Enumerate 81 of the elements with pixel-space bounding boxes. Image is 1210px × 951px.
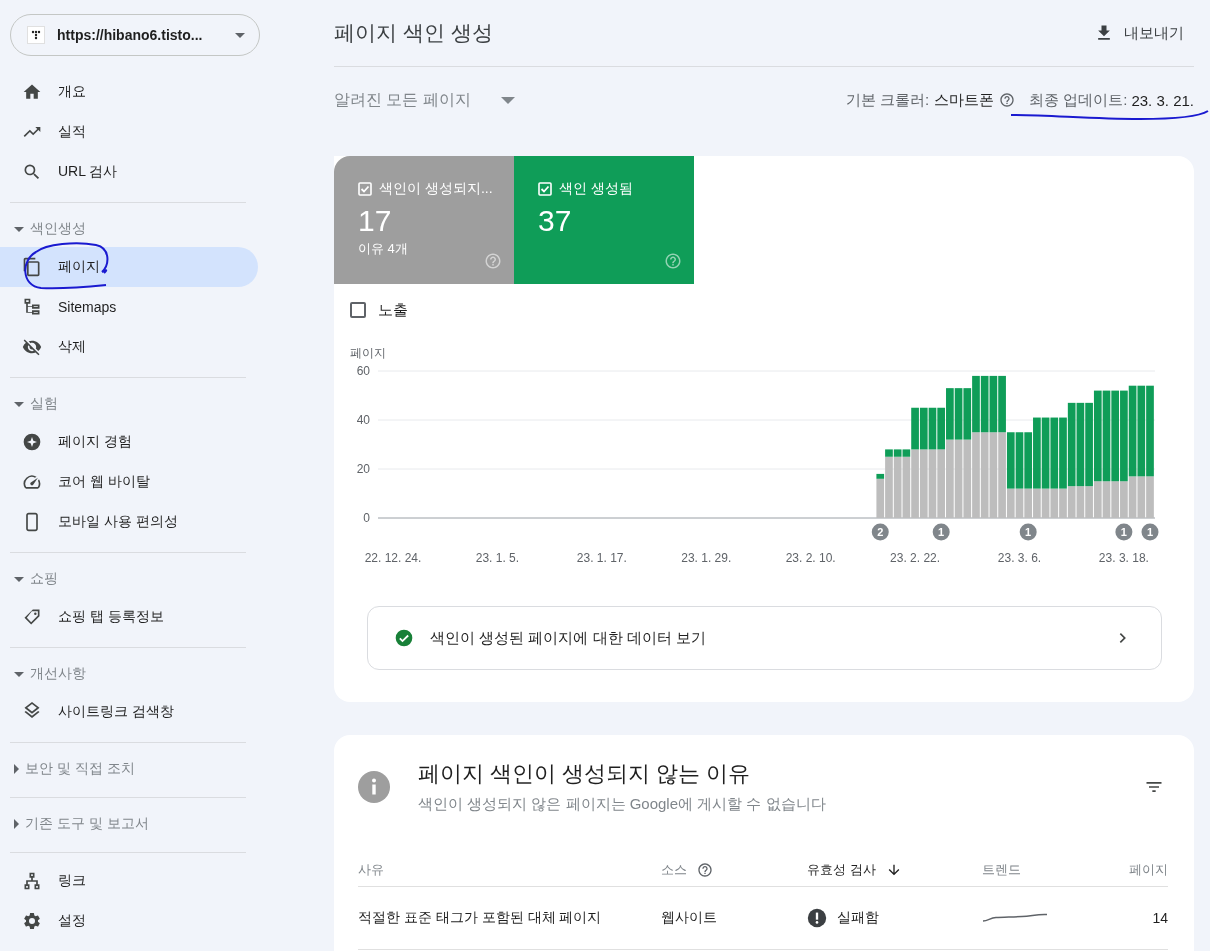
update-label: 최종 업데이트: <box>1029 90 1128 110</box>
table-cell-text: 14 <box>1151 910 1168 926</box>
section-toggle[interactable]: 기존 도구 및 보고서 <box>0 806 270 842</box>
axis-label: 23. 3. 6. <box>997 551 1042 565</box>
page-filter-dropdown[interactable]: 알려진 모든 페이지 <box>334 89 515 111</box>
settings-icon <box>22 911 42 931</box>
axis-label: 0 <box>363 511 370 525</box>
checkbox[interactable] <box>350 302 366 318</box>
tile-label: 색인이 생성되지... <box>379 180 493 198</box>
axis-label: 23. 1. 17. <box>576 551 627 565</box>
tile-count: 17 <box>358 204 393 238</box>
axis-label: 60 <box>356 364 370 378</box>
axis-label: 22. 12. 24. <box>364 551 422 565</box>
nav-item[interactable]: 개요 <box>0 72 258 112</box>
help-icon[interactable] <box>999 92 1016 108</box>
info-icon <box>358 770 390 803</box>
section-title: 페이지 색인이 생성되지 않는 이유 <box>418 760 752 788</box>
gauge-icon <box>22 472 42 492</box>
nav-item[interactable]: 사이트링크 검색창 <box>0 692 258 732</box>
indexed-data-link[interactable]: 색인이 생성된 페이지에 대한 데이터 보기 <box>367 606 1162 670</box>
axis-label: 23. 3. 18. <box>1098 551 1149 565</box>
export-button[interactable]: 내보내기 <box>1084 17 1194 49</box>
section-toggle[interactable]: 실험 <box>0 386 270 422</box>
home-icon <box>22 82 42 102</box>
crawler-label: 기본 크롤러: <box>845 90 930 110</box>
nav-item[interactable]: 설정 <box>0 901 258 941</box>
section-toggle[interactable]: 보안 및 직접 조치 <box>0 751 270 787</box>
section-subtitle: 색인이 생성되지 않은 페이지는 Google에 게시할 수 없습니다 <box>418 795 827 814</box>
nav-item[interactable]: URL 검사 <box>0 152 258 192</box>
section-toggle[interactable]: 쇼핑 <box>0 561 270 597</box>
nav-item[interactable]: Sitemaps <box>0 287 258 327</box>
caret-icon <box>235 32 245 38</box>
nav-item[interactable]: 링크 <box>0 861 258 901</box>
event-marker[interactable]: 1 <box>1141 523 1159 541</box>
nav-item[interactable]: 실적 <box>0 112 258 152</box>
checkbox-label: 노출 <box>378 300 408 320</box>
section-toggle[interactable]: 색인생성 <box>0 211 270 247</box>
trend-sparkline <box>982 911 1048 923</box>
tile-note: 이유 4개 <box>358 240 409 258</box>
help-icon[interactable] <box>697 862 713 878</box>
search-icon <box>22 162 42 182</box>
status-label: 실패함 <box>837 909 879 927</box>
axis-label: 20 <box>356 462 370 476</box>
nav-item[interactable]: 페이지 경험 <box>0 422 258 462</box>
table-cell-text: 웹사이트 <box>661 909 718 927</box>
network-icon <box>22 871 42 891</box>
site-logo-icon <box>27 26 45 44</box>
table-cell-text: 적절한 표준 태그가 포함된 대체 페이지 <box>358 909 603 927</box>
column-header[interactable]: 사유 <box>358 861 384 879</box>
event-marker[interactable]: 2 <box>871 523 889 541</box>
column-header[interactable]: 트렌드 <box>982 861 1021 879</box>
event-marker[interactable]: 1 <box>1115 523 1133 541</box>
event-marker[interactable]: 1 <box>932 523 950 541</box>
pages-icon <box>22 257 42 277</box>
nav-item[interactable]: 페이지 <box>0 247 258 287</box>
eye-off-icon <box>22 337 42 357</box>
nav-item[interactable]: 코어 웹 바이탈 <box>0 462 258 502</box>
crawler-value: 스마트폰 <box>934 90 995 110</box>
nav-item[interactable]: 쇼핑 탭 등록정보 <box>0 597 258 637</box>
tile-label: 색인 생성됨 <box>559 180 633 198</box>
caret-icon <box>500 96 515 104</box>
column-header[interactable]: 페이지 <box>1129 861 1168 879</box>
axis-label: 23. 2. 10. <box>785 551 836 565</box>
check-circle-icon <box>394 628 414 648</box>
axis-label: 23. 1. 5. <box>475 551 520 565</box>
nav-item[interactable]: 모바일 사용 편의성 <box>0 502 258 542</box>
tile-count: 37 <box>538 204 573 238</box>
column-header[interactable]: 유효성 검사 <box>807 861 876 879</box>
axis-title: 페이지 <box>350 346 386 360</box>
tag-icon <box>22 607 42 627</box>
axis-label: 40 <box>356 413 370 427</box>
event-marker[interactable]: 1 <box>1019 523 1037 541</box>
column-header[interactable]: 소스 <box>661 861 687 879</box>
nav-item[interactable]: 삭제 <box>0 327 258 367</box>
page-title: 페이지 색인 생성 <box>334 20 493 46</box>
update-date: 23. 3. 21. <box>1131 91 1194 109</box>
property-selector[interactable]: https://hibano6.tisto... <box>10 14 260 56</box>
axis-label: 23. 2. 22. <box>890 551 941 565</box>
axis-label: 23. 1. 29. <box>681 551 732 565</box>
tree-icon <box>22 297 42 317</box>
section-toggle[interactable]: 개선사항 <box>0 656 270 692</box>
